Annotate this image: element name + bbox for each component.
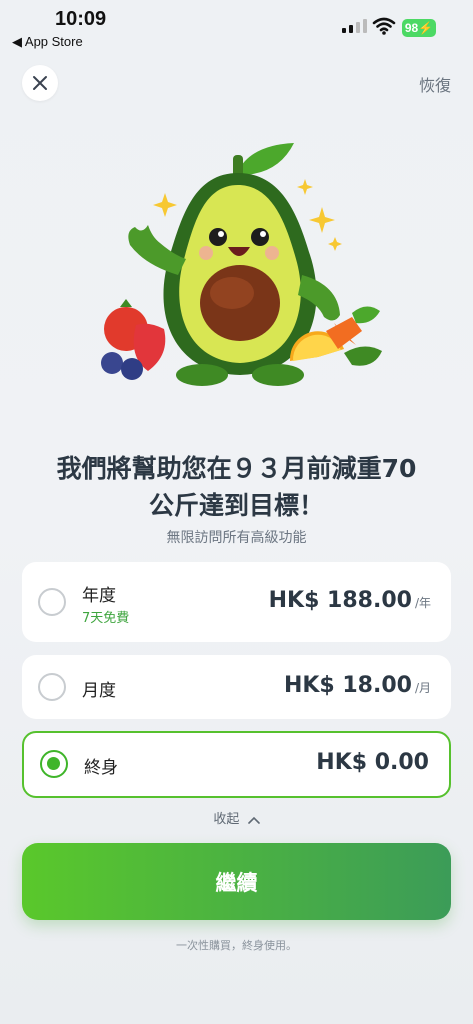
plan-price-period: /年 — [414, 596, 431, 610]
battery-level: 98 — [404, 21, 419, 35]
plan-option-lifetime[interactable]: 終身 HK$ 0.00 — [22, 731, 451, 798]
headline: 我們將幫助您在９３月前減重70 公斤達到目標！ — [30, 450, 443, 524]
close-button[interactable] — [22, 65, 58, 101]
plan-price-period: /月 — [414, 681, 431, 695]
restore-purchases-link[interactable]: 恢復 — [419, 72, 451, 96]
plan-option-monthly[interactable]: 月度 HK$ 18.00/月 — [22, 655, 451, 719]
collapse-label: 收起 — [213, 812, 240, 827]
plan-price: HK$ 18.00/月 — [284, 673, 431, 698]
plan-name: 終身 — [84, 758, 118, 778]
cellular-signal-icon — [342, 19, 367, 33]
plan-trial-badge: 7天免費 — [82, 611, 130, 626]
avocado-mascot-illustration — [101, 143, 382, 386]
wifi-icon — [372, 17, 396, 35]
status-bar: 10:09 ◀ App Store 98 ⚡ — [0, 0, 473, 54]
plan-price: HK$ 188.00/年 — [269, 588, 431, 613]
headline-line-1: 我們將幫助您在９３月前減重70 — [56, 454, 417, 483]
continue-button-label: 繼續 — [215, 870, 258, 895]
chevron-up-icon — [247, 816, 260, 824]
headline-line-2: 公斤達到目標！ — [148, 491, 324, 520]
plan-price-amount: HK$ 0.00 — [316, 750, 429, 775]
collapse-plans-button[interactable]: 收起 — [0, 808, 473, 827]
plan-price: HK$ 0.00 — [316, 750, 429, 775]
battery-icon: 98 ⚡ — [402, 19, 436, 37]
plan-option-yearly[interactable]: 年度 7天免費 HK$ 188.00/年 — [22, 562, 451, 642]
back-to-app-store-link[interactable]: ◀ App Store — [12, 34, 83, 50]
plan-price-amount: HK$ 188.00 — [268, 588, 412, 613]
plan-name: 月度 — [82, 681, 116, 701]
radio-yearly[interactable] — [38, 588, 66, 616]
status-time: 10:09 — [55, 8, 107, 30]
close-icon — [33, 76, 47, 90]
radio-monthly[interactable] — [38, 673, 66, 701]
plan-name: 年度 — [82, 586, 116, 606]
radio-lifetime[interactable] — [40, 750, 68, 778]
plan-price-amount: HK$ 18.00 — [283, 673, 412, 698]
continue-button[interactable]: 繼續 — [22, 843, 451, 920]
subtitle: 無限訪問所有高級功能 — [166, 530, 307, 546]
purchase-footnote: 一次性購買，終身使用。 — [176, 939, 297, 952]
